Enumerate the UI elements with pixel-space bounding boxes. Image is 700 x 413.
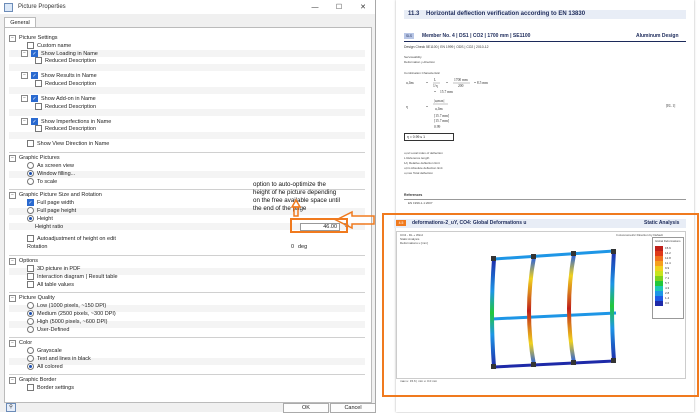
frame-structure-drawing: [490, 249, 617, 369]
svg-text:=: =: [434, 90, 436, 94]
legend-item-3: 1/η Relative deflection limit: [404, 161, 440, 165]
svg-text:|u,max|: |u,max|: [434, 99, 445, 104]
member-title: Member No. 4 | DS1 | CO2 | 1700 mm | SE1…: [422, 33, 531, 39]
svg-text:15.7 mm: 15.7 mm: [440, 90, 453, 94]
figure-kind: Static Analysis: [644, 220, 680, 226]
serviceability-label: Serviceability: [404, 55, 422, 59]
member-material: Aluminum Design: [636, 33, 679, 39]
svg-text:u,lim: u,lim: [406, 81, 414, 86]
svg-text:=: =: [446, 81, 448, 85]
reference-1: EN 1999-1-1:2007: [408, 201, 433, 205]
svg-text:0.99: 0.99: [434, 125, 440, 129]
legend-item-2: L Reference length: [404, 156, 430, 160]
legend-item-4: u,lim Absolute deflection limit: [404, 166, 443, 170]
legend-value: 0.0: [665, 301, 670, 305]
legend-swatch: [655, 301, 663, 306]
figure-tag: 4.5: [396, 220, 406, 226]
svg-text:=: =: [426, 105, 428, 109]
sls-tag: SLS: [404, 33, 414, 39]
figure-title: deformations-2_uY, CO4: Global Deformati…: [412, 220, 527, 226]
combination-label: Combination Characteristic: [404, 71, 441, 75]
svg-text:[15.7 mm]: [15.7 mm]: [434, 119, 449, 123]
legend-item-1: u,rel Local index of deflection: [404, 151, 443, 155]
svg-text:200: 200: [458, 84, 464, 88]
legend-title: Global Deformations: [655, 239, 681, 243]
deformation-figure: 4.5 deformations-2_uY, CO4: Global Defor…: [394, 219, 686, 387]
eta-result: η = 0.99 ≤ 1: [404, 133, 454, 141]
deformation-dir-label: Deformation y-direction: [404, 60, 436, 64]
design-check-line: Design Check 5E1100 | EN 1999 | ODS | CO…: [404, 45, 489, 49]
figure-footer: max u: 15.6 | min u: 0.0 mm: [400, 379, 438, 383]
svg-text:η: η: [406, 105, 408, 109]
svg-text:1/η: 1/η: [433, 84, 438, 88]
svg-text:= 8.5 mm: = 8.5 mm: [474, 81, 488, 85]
legend-item-5: u,max Total deflection: [404, 171, 433, 175]
chapter-title: Horizontal deflection verification accor…: [426, 11, 586, 17]
svg-text:[15.7 mm]: [15.7 mm]: [434, 114, 449, 118]
svg-text:u,lim: u,lim: [435, 107, 443, 112]
deformation-legend: Global Deformations 15.6 14.2 12.8 11.4 9.9 8…: [652, 237, 684, 319]
svg-text:L: L: [434, 78, 436, 82]
svg-text:=: =: [426, 81, 428, 85]
chapter-number: 11.3: [408, 11, 420, 17]
svg-text:1700 mm: 1700 mm: [454, 78, 468, 82]
figure-subtitle-3: Deformations u [mm]: [400, 241, 428, 245]
svg-text:[EL 1]: [EL 1]: [666, 104, 675, 108]
references-title: References: [404, 193, 423, 197]
